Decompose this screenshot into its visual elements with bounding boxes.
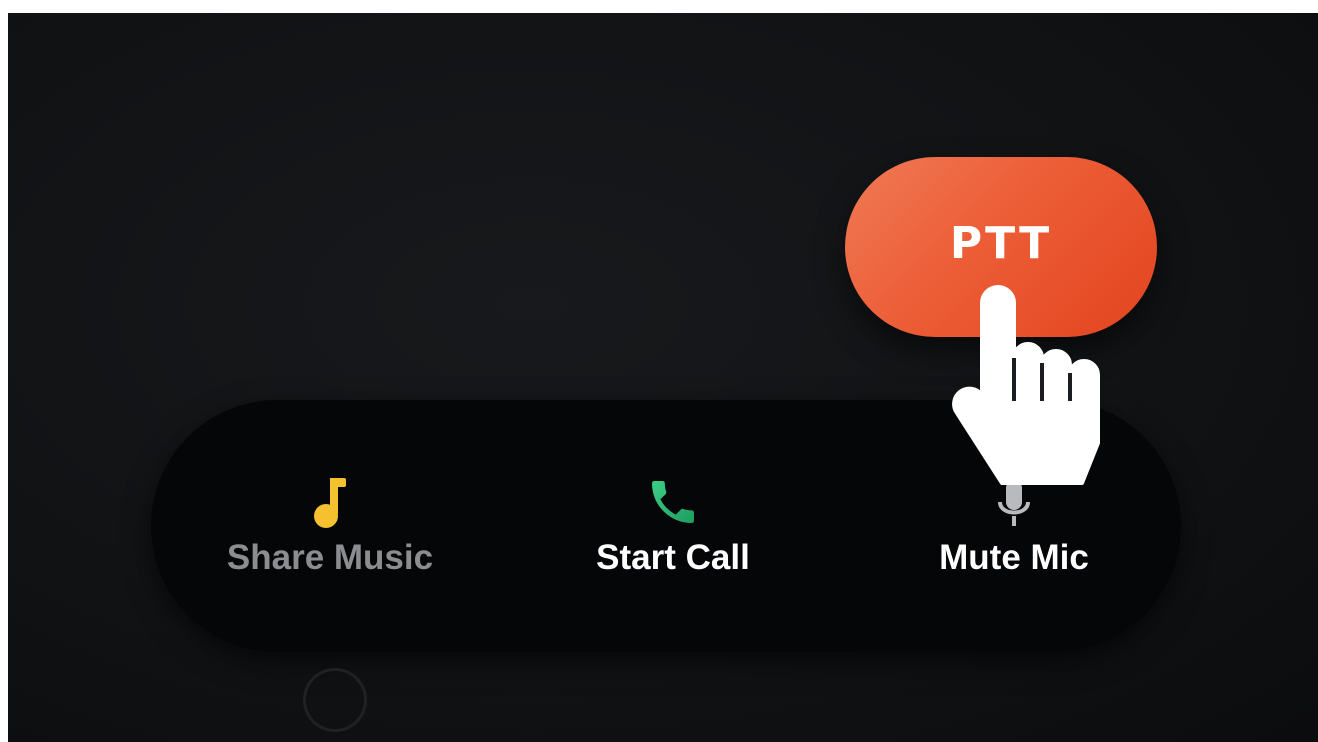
- share-music-button[interactable]: Share Music: [200, 470, 460, 578]
- start-call-label: Start Call: [596, 538, 750, 577]
- mute-mic-label: Mute Mic: [939, 538, 1089, 577]
- app-screen: Share Music Start Call Mute Mic PTT: [8, 13, 1318, 742]
- power-icon[interactable]: [303, 668, 367, 732]
- start-call-button[interactable]: Start Call: [543, 470, 803, 578]
- music-note-icon: [298, 470, 362, 534]
- hand-pointer-icon: [952, 285, 1100, 485]
- share-music-label: Share Music: [226, 538, 434, 577]
- phone-icon: [641, 470, 705, 534]
- ptt-label: PTT: [949, 217, 1053, 269]
